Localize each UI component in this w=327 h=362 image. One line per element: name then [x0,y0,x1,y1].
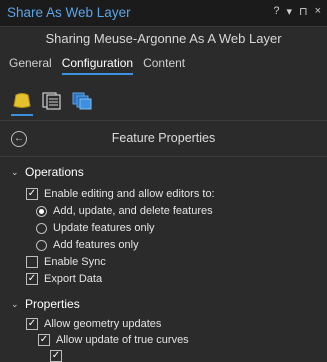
allow-geometry-updates-checkbox[interactable]: ✓ Allow geometry updates [26,318,161,330]
chevron-down-icon: ⌄ [11,166,19,177]
export-data-label: Export Data [44,273,103,285]
properties-label: Properties [25,297,80,311]
tab-bar: General Configuration Content [9,56,185,75]
radio-selected[interactable] [36,205,47,217]
allow-geometry-updates-label: Allow geometry updates [44,318,162,330]
window-controls: ? ▾ ⊓ × [273,5,321,18]
edit-option-update-only[interactable]: Update features only [36,222,155,234]
pin-icon[interactable]: ⊓ [299,5,308,18]
allow-true-curves-checkbox[interactable]: ✓ Allow update of true curves [38,334,189,346]
divider [0,156,327,157]
checkbox-checked[interactable]: ✓ [38,334,50,346]
dropdown-icon[interactable]: ▾ [286,5,292,18]
tab-general[interactable]: General [9,56,52,75]
operations-label: Operations [25,165,84,179]
close-icon[interactable]: × [315,5,321,18]
checkbox-unchecked[interactable] [26,256,38,268]
edit-option-label: Add, update, and delete features [53,205,213,217]
enable-editing-checkbox[interactable]: ✓ Enable editing and allow editors to: [26,188,215,200]
properties-header[interactable]: ⌄ Properties [11,297,80,311]
operations-header[interactable]: ⌄ Operations [11,165,84,179]
enable-editing-label: Enable editing and allow editors to: [44,188,215,200]
edit-option-label: Add features only [53,239,139,251]
edit-option-label: Update features only [53,222,155,234]
window-title: Share As Web Layer [7,5,131,20]
chevron-down-icon: ⌄ [11,298,19,309]
help-icon[interactable]: ? [273,5,279,18]
export-data-checkbox[interactable]: ✓ Export Data [26,273,102,285]
panel-title: Feature Properties [111,131,216,145]
page-subtitle: Sharing Meuse-Argonne As A Web Layer [45,31,282,46]
layer-icon[interactable] [11,90,33,116]
checkbox-checked[interactable]: ✓ [26,273,38,285]
checkbox-checked[interactable]: ✓ [26,318,38,330]
checkbox-checked[interactable]: ✓ [26,188,38,200]
title-bar: Share As Web Layer ? ▾ ⊓ × [0,0,327,27]
table-icon[interactable] [41,90,63,112]
enable-sync-checkbox[interactable]: Enable Sync [26,256,106,268]
enable-sync-label: Enable Sync [44,256,106,268]
config-icon-row [11,90,93,116]
layers-stack-icon[interactable] [71,90,93,112]
radio-unselected[interactable] [36,239,47,251]
tab-content[interactable]: Content [143,56,185,75]
cut-off-checkbox[interactable]: ✓ [50,350,62,362]
checkbox-checked[interactable]: ✓ [50,350,62,362]
allow-true-curves-label: Allow update of true curves [56,334,189,346]
edit-option-add-only[interactable]: Add features only [36,239,139,251]
edit-option-add-update-delete[interactable]: Add, update, and delete features [36,205,213,217]
radio-unselected[interactable] [36,222,47,234]
divider [0,120,327,121]
tab-configuration[interactable]: Configuration [61,56,134,75]
